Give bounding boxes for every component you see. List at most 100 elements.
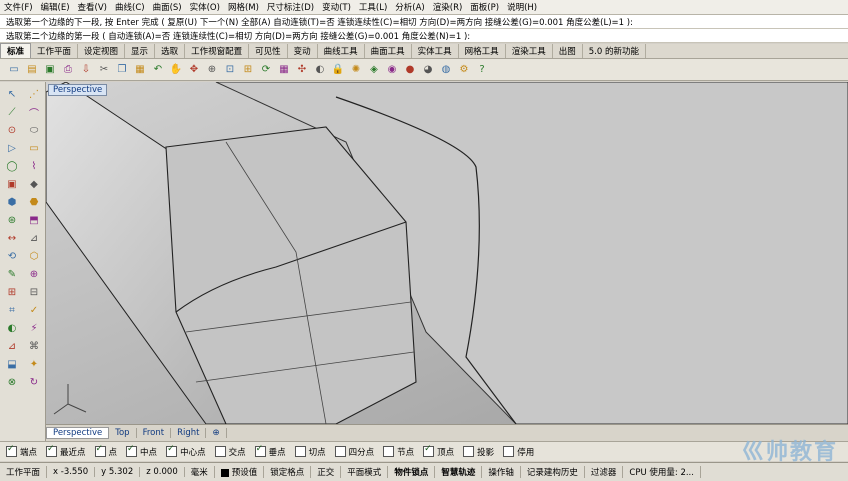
rotate-view-icon[interactable]: ⟳ bbox=[258, 62, 274, 78]
tool-icon[interactable]: ▭ bbox=[25, 140, 43, 156]
toolbar-tab[interactable]: 出图 bbox=[553, 44, 583, 58]
tool-icon[interactable]: ⬒ bbox=[25, 212, 43, 228]
osnap-checkbox[interactable] bbox=[166, 444, 178, 457]
tool-icon[interactable]: ⬢ bbox=[3, 194, 21, 210]
lock-icon[interactable]: 🔒 bbox=[330, 62, 346, 78]
save-icon[interactable]: ▣ bbox=[42, 62, 58, 78]
tool-icon[interactable]: ↖ bbox=[3, 86, 21, 102]
copy-icon[interactable]: ❐ bbox=[114, 62, 130, 78]
tool-icon[interactable]: ⬣ bbox=[25, 194, 43, 210]
toolbar-tab[interactable]: 渲染工具 bbox=[506, 44, 553, 58]
osnap-option[interactable]: 中点 bbox=[126, 444, 157, 458]
menu-item[interactable]: 渲染(R) bbox=[429, 1, 467, 13]
toolbar-tab[interactable]: 5.0 的新功能 bbox=[583, 44, 646, 58]
osnap-option[interactable]: 切点 bbox=[294, 446, 326, 458]
osnap-checkbox[interactable] bbox=[126, 444, 138, 457]
tool-icon[interactable]: ⊛ bbox=[3, 212, 21, 228]
tool-icon[interactable]: ⊟ bbox=[25, 284, 43, 300]
status-toggle[interactable]: 操作轴 bbox=[482, 466, 521, 478]
viewport-tab[interactable]: Top bbox=[109, 428, 137, 438]
status-toggle[interactable]: 正交 bbox=[311, 466, 342, 478]
undo-icon[interactable]: ↶ bbox=[150, 62, 166, 78]
osnap-option[interactable]: 四分点 bbox=[334, 446, 374, 458]
menu-item[interactable]: 说明(H) bbox=[503, 1, 541, 13]
tool-icon[interactable]: ⌒ bbox=[25, 104, 43, 120]
tool-icon[interactable]: ⊿ bbox=[25, 230, 43, 246]
options-icon[interactable]: ⚙ bbox=[456, 62, 472, 78]
tool-icon[interactable]: ✦ bbox=[25, 356, 43, 372]
material-icon[interactable]: ◉ bbox=[384, 62, 400, 78]
status-toggle[interactable]: 记录建构历史 bbox=[521, 466, 585, 478]
paste-icon[interactable]: ▦ bbox=[132, 62, 148, 78]
tool-icon[interactable]: ◯ bbox=[3, 158, 21, 174]
tool-icon[interactable]: ↻ bbox=[25, 374, 43, 390]
import-icon[interactable]: ⇩ bbox=[78, 62, 94, 78]
osnap-checkbox[interactable] bbox=[214, 446, 226, 457]
menu-item[interactable]: 查看(V) bbox=[74, 1, 111, 13]
osnap-option[interactable]: 停用 bbox=[503, 446, 534, 458]
sphere-icon[interactable]: ◕ bbox=[420, 62, 436, 78]
osnap-checkbox[interactable] bbox=[294, 446, 306, 457]
render-icon[interactable]: ● bbox=[402, 62, 418, 78]
menu-item[interactable]: 变动(T) bbox=[318, 1, 355, 13]
osnap-option[interactable]: 端点 bbox=[6, 444, 37, 458]
tool-icon[interactable]: ⚡ bbox=[25, 320, 43, 336]
light-icon[interactable]: ✺ bbox=[348, 62, 364, 78]
tool-icon[interactable]: ✓ bbox=[25, 302, 43, 318]
menu-item[interactable]: 曲面(S) bbox=[149, 1, 186, 13]
status-toggle[interactable]: 智慧轨迹 bbox=[435, 466, 483, 478]
osnap-checkbox[interactable] bbox=[463, 446, 475, 457]
osnap-checkbox[interactable] bbox=[94, 444, 106, 457]
add-viewport-icon[interactable]: ⊕ bbox=[206, 428, 227, 438]
tool-icon[interactable]: ⊞ bbox=[3, 284, 21, 300]
tool-icon[interactable]: ⌘ bbox=[25, 338, 43, 354]
toolbar-tab[interactable]: 可见性 bbox=[249, 44, 288, 58]
osnap-option[interactable]: 交点 bbox=[214, 446, 246, 458]
osnap-option[interactable]: 最近点 bbox=[46, 444, 86, 458]
toolbar-tab[interactable]: 曲线工具 bbox=[318, 44, 365, 58]
tool-icon[interactable]: ⬓ bbox=[3, 356, 21, 372]
layer-icon[interactable]: ◈ bbox=[366, 62, 382, 78]
tool-icon[interactable]: ⋰ bbox=[25, 86, 43, 102]
toolbar-tab[interactable]: 网格工具 bbox=[459, 44, 506, 58]
status-toggle[interactable]: 锁定格点 bbox=[264, 466, 312, 478]
grid-icon[interactable]: ▦ bbox=[276, 62, 292, 78]
menu-item[interactable]: 编辑(E) bbox=[37, 1, 74, 13]
cut-icon[interactable]: ✂ bbox=[96, 62, 112, 78]
tool-icon[interactable]: ▣ bbox=[3, 176, 21, 192]
tool-icon[interactable]: ⊙ bbox=[3, 122, 21, 138]
tool-icon[interactable]: ⬭ bbox=[25, 122, 43, 138]
menu-item[interactable]: 网格(M) bbox=[224, 1, 263, 13]
toolbar-tab[interactable]: 选取 bbox=[155, 44, 186, 58]
tool-icon[interactable]: ⬡ bbox=[25, 248, 43, 264]
osnap-option[interactable]: 点 bbox=[94, 444, 117, 458]
zoom-extents-icon[interactable]: ⊞ bbox=[240, 62, 256, 78]
osnap-option[interactable]: 节点 bbox=[383, 446, 414, 458]
osnap-option[interactable]: 顶点 bbox=[423, 444, 454, 458]
osnap-checkbox[interactable] bbox=[423, 444, 435, 457]
osnap-checkbox[interactable] bbox=[254, 444, 266, 457]
zoom-icon[interactable]: ⊕ bbox=[204, 62, 220, 78]
toolbar-tab[interactable]: 工作视窗配置 bbox=[185, 44, 250, 58]
tool-icon[interactable]: ▷ bbox=[3, 140, 21, 156]
menu-item[interactable]: 工具(L) bbox=[355, 1, 391, 13]
toolbar-tab[interactable]: 显示 bbox=[125, 44, 156, 58]
toolbar-tab[interactable]: 设定视图 bbox=[78, 44, 126, 58]
menu-item[interactable]: 分析(A) bbox=[391, 1, 428, 13]
tool-icon[interactable]: ⌇ bbox=[25, 158, 43, 174]
toolbar-tab[interactable]: 工作平面 bbox=[31, 44, 79, 58]
osnap-checkbox[interactable] bbox=[503, 446, 515, 457]
osnap-checkbox[interactable] bbox=[334, 446, 346, 457]
toolbar-tab[interactable]: 实体工具 bbox=[412, 44, 459, 58]
tool-icon[interactable]: ⊿ bbox=[3, 338, 21, 354]
osnap-option[interactable]: 中心点 bbox=[166, 444, 206, 458]
menu-item[interactable]: 曲线(C) bbox=[111, 1, 149, 13]
open-icon[interactable]: ▤ bbox=[24, 62, 40, 78]
tool-icon[interactable]: ◐ bbox=[3, 320, 21, 336]
viewport-title[interactable]: Perspective bbox=[48, 84, 108, 96]
tool-icon[interactable]: ⟲ bbox=[3, 248, 21, 264]
tool-icon[interactable]: ↔ bbox=[3, 230, 21, 246]
status-toggle[interactable]: 物件锁点 bbox=[388, 466, 436, 478]
viewport-tab[interactable]: Front bbox=[137, 428, 172, 438]
tool-icon[interactable]: ✎ bbox=[3, 266, 21, 282]
